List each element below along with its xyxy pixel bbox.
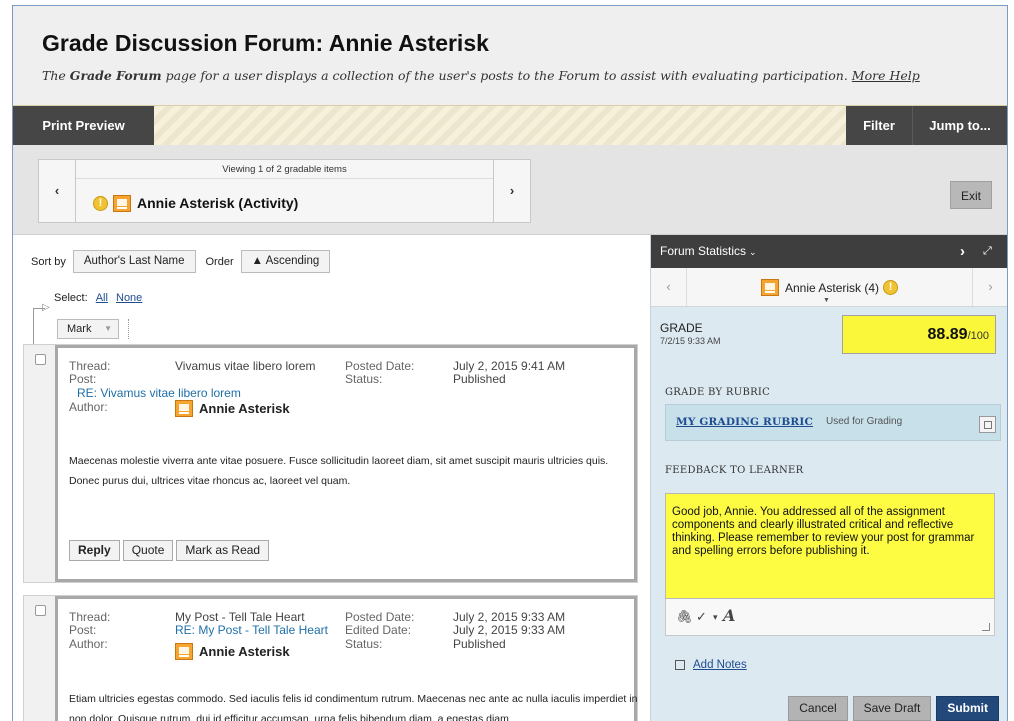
sort-by-label: Sort by	[31, 255, 66, 268]
select-all-link[interactable]: All	[96, 292, 108, 304]
rubric-row: MY GRADING RUBRIC Used for Grading	[665, 404, 1001, 441]
rubric-section-title: GRADE BY RUBRIC	[665, 387, 771, 398]
grade-label: GRADE	[660, 321, 703, 335]
warning-icon: !	[883, 280, 899, 295]
user-icon	[175, 400, 193, 417]
exit-button[interactable]: Exit	[950, 181, 992, 209]
post-body: Etiam ultricies egestas commodo. Sed iac…	[69, 693, 638, 721]
page-description: The Grade Forum page for a user displays…	[42, 68, 920, 83]
post-checkbox[interactable]	[35, 354, 46, 365]
current-user[interactable]: Annie Asterisk (4) !	[761, 279, 899, 296]
chevron-down-icon[interactable]: ▾	[713, 612, 718, 623]
attachment-icon[interactable]: 🖇	[676, 609, 693, 625]
grading-panel: Forum Statistics ⌄ › ⤢ ‹ Annie Asterisk (…	[650, 235, 1007, 721]
post-item: Thread: My Post - Tell Tale Heart Posted…	[23, 595, 638, 721]
sort-by-button[interactable]: Author's Last Name	[72, 250, 196, 273]
feedback-section-title: FEEDBACK TO LEARNER	[665, 465, 804, 476]
cancel-button[interactable]: Cancel	[788, 696, 848, 721]
order-label: Order	[205, 255, 234, 268]
post-author: Annie Asterisk	[175, 643, 290, 660]
rubric-link[interactable]: MY GRADING RUBRIC	[676, 416, 813, 428]
rubric-usage: Used for Grading	[826, 416, 903, 427]
posts-column: Sort by Author's Last Name Order ▲ Ascen…	[13, 235, 650, 721]
form-actions: Cancel Save Draft Submit	[783, 696, 999, 721]
forum-icon	[113, 194, 131, 212]
select-none-link[interactable]: None	[116, 292, 142, 304]
editor-toolbar: 🖇 ✓ ▾ A	[665, 599, 995, 636]
notes-icon	[675, 660, 685, 670]
thread-name: Vivamus vitae libero lorem	[175, 359, 316, 373]
toolbar-divider	[128, 319, 129, 339]
expand-icon[interactable]: ⤢	[983, 235, 992, 268]
post-status: Published	[453, 637, 506, 651]
reply-button[interactable]: Reply	[69, 540, 120, 561]
quote-button[interactable]: Quote	[122, 540, 174, 561]
edited-date: July 2, 2015 9:33 AM	[453, 623, 566, 637]
posted-date: July 2, 2015 9:33 AM	[453, 610, 566, 624]
post-checkbox[interactable]	[35, 605, 46, 616]
forum-statistics-bar: Forum Statistics ⌄ › ⤢	[651, 235, 1007, 269]
page-header: Grade Discussion Forum: Annie Asterisk T…	[13, 6, 1007, 105]
add-notes: Add Notes	[675, 659, 747, 671]
feedback-textarea[interactable]: Good job, Annie. You addressed all of th…	[665, 493, 995, 599]
add-notes-link[interactable]: Add Notes	[693, 659, 747, 671]
collapse-panel-button[interactable]: ›	[960, 235, 965, 268]
chevron-down-icon: ▼	[104, 324, 112, 333]
post-link[interactable]: RE: My Post - Tell Tale Heart	[175, 623, 328, 637]
warning-icon: !	[93, 195, 108, 211]
page-title: Grade Discussion Forum: Annie Asterisk	[42, 30, 489, 56]
user-icon	[175, 643, 193, 660]
more-help-link[interactable]: More Help	[852, 68, 920, 83]
thread-name: My Post - Tell Tale Heart	[175, 610, 305, 624]
print-preview-button[interactable]: Print Preview	[13, 106, 154, 146]
post-card: Thread: Vivamus vitae libero lorem Poste…	[55, 345, 637, 582]
filter-button[interactable]: Filter	[846, 106, 912, 146]
user-icon	[761, 279, 779, 296]
post-status: Published	[453, 372, 506, 386]
save-draft-button[interactable]: Save Draft	[852, 696, 932, 721]
spellcheck-icon[interactable]: ✓	[696, 609, 707, 625]
order-button[interactable]: ▲ Ascending	[240, 250, 331, 273]
action-toolbar: Print Preview Filter Jump to...	[13, 105, 1007, 146]
grade-date: 7/2/15 9:33 AM	[660, 336, 721, 346]
posted-date: July 2, 2015 9:41 AM	[453, 359, 566, 373]
current-item-title: Annie Asterisk (Activity)	[137, 195, 299, 211]
view-rubric-icon[interactable]	[979, 416, 996, 433]
branch-arrow-icon: ▷	[42, 302, 50, 313]
post-body: Maecenas molestie viverra ante vitae pos…	[69, 455, 609, 487]
sort-controls: Sort by Author's Last Name Order ▲ Ascen…	[31, 250, 331, 273]
gradable-item-pager: ‹ Viewing 1 of 2 gradable items ! Annie …	[38, 159, 531, 223]
post-card: Thread: My Post - Tell Tale Heart Posted…	[55, 596, 637, 721]
branch-connector	[33, 308, 45, 346]
mark-as-read-button[interactable]: Mark as Read	[176, 540, 270, 561]
forum-statistics-toggle[interactable]: Forum Statistics ⌄	[660, 235, 757, 269]
next-item-button[interactable]: ›	[493, 160, 530, 222]
previous-user-button[interactable]: ‹	[651, 268, 687, 306]
select-controls: Select: All None	[54, 292, 142, 304]
mark-dropdown[interactable]: Mark ▼	[57, 319, 119, 339]
next-user-button[interactable]: ›	[972, 268, 1007, 306]
grade-input[interactable]: 88.89/100	[842, 315, 996, 354]
current-item: ! Annie Asterisk (Activity)	[93, 193, 298, 213]
item-navigation: ‹ Viewing 1 of 2 gradable items ! Annie …	[13, 145, 1007, 235]
submit-button[interactable]: Submit	[936, 696, 999, 721]
post-link[interactable]: RE: Vivamus vitae libero lorem	[77, 386, 241, 400]
chevron-down-icon: ▼	[823, 297, 830, 304]
post-item: Thread: Vivamus vitae libero lorem Poste…	[23, 344, 638, 583]
viewing-count: Viewing 1 of 2 gradable items	[76, 160, 493, 179]
user-navigation: ‹ Annie Asterisk (4) ! ▼ ›	[651, 268, 1007, 307]
previous-item-button[interactable]: ‹	[39, 160, 76, 222]
jump-to-button[interactable]: Jump to...	[912, 106, 1007, 146]
post-actions: Reply Quote Mark as Read	[69, 540, 272, 561]
page-frame: Grade Discussion Forum: Annie Asterisk T…	[12, 5, 1008, 721]
chevron-down-icon: ⌄	[749, 247, 757, 257]
select-label: Select:	[54, 292, 88, 304]
text-format-icon[interactable]: A	[723, 606, 735, 625]
resize-handle[interactable]	[982, 623, 990, 631]
post-author: Annie Asterisk	[175, 400, 290, 417]
